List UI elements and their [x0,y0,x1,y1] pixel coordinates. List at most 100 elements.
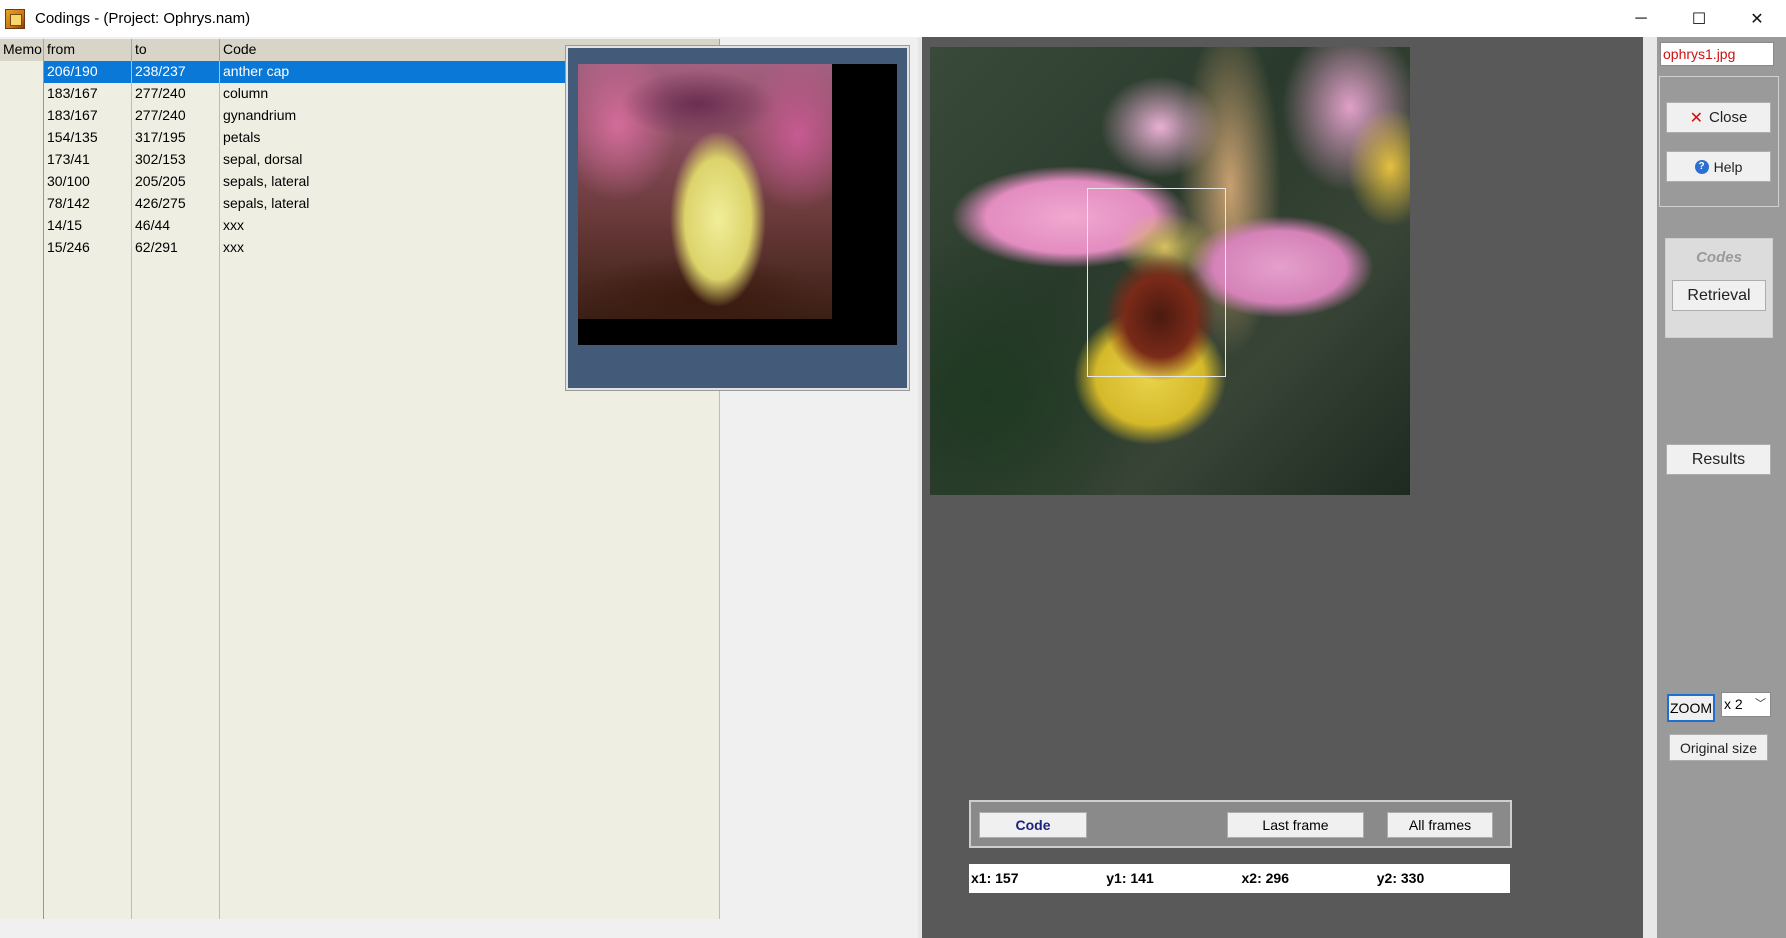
to-cell[interactable] [132,457,220,479]
memo-cell[interactable] [0,215,44,237]
memo-cell[interactable] [0,457,44,479]
to-cell[interactable] [132,765,220,787]
to-cell[interactable] [132,325,220,347]
from-cell[interactable] [44,633,132,655]
code-cell[interactable] [220,655,720,677]
table-row-empty[interactable] [0,809,720,831]
to-cell[interactable] [132,875,220,897]
code-cell[interactable] [220,721,720,743]
table-row-empty[interactable] [0,699,720,721]
from-cell[interactable] [44,413,132,435]
from-cell[interactable] [44,831,132,853]
table-row-empty[interactable] [0,611,720,633]
from-cell[interactable] [44,545,132,567]
memo-cell[interactable] [0,171,44,193]
from-cell[interactable] [44,699,132,721]
file-name-field[interactable]: ophrys1.jpg [1660,42,1774,66]
from-cell[interactable] [44,589,132,611]
code-cell[interactable] [220,787,720,809]
table-row-empty[interactable] [0,413,720,435]
memo-cell[interactable] [0,105,44,127]
memo-cell[interactable] [0,677,44,699]
to-cell[interactable] [132,787,220,809]
memo-cell[interactable] [0,391,44,413]
table-row-empty[interactable] [0,457,720,479]
all-frames-button[interactable]: All frames [1387,812,1493,838]
from-cell[interactable] [44,611,132,633]
memo-cell[interactable] [0,545,44,567]
memo-cell[interactable] [0,765,44,787]
to-cell[interactable] [132,545,220,567]
memo-cell[interactable] [0,149,44,171]
to-cell[interactable] [132,479,220,501]
code-cell[interactable] [220,875,720,897]
from-cell[interactable] [44,787,132,809]
to-cell[interactable] [132,347,220,369]
code-cell[interactable] [220,457,720,479]
table-row-empty[interactable] [0,633,720,655]
memo-cell[interactable] [0,809,44,831]
from-cell[interactable]: 15/246 [44,237,132,259]
memo-cell[interactable] [0,281,44,303]
table-row-empty[interactable] [0,721,720,743]
table-row-empty[interactable] [0,391,720,413]
selection-frame[interactable] [1087,188,1226,377]
memo-cell[interactable] [0,501,44,523]
to-cell[interactable]: 426/275 [132,193,220,215]
zoom-factor-select[interactable]: x 2 ﹀ [1721,692,1771,717]
table-row-empty[interactable] [0,831,720,853]
from-cell[interactable] [44,501,132,523]
memo-cell[interactable] [0,61,44,83]
to-cell[interactable] [132,655,220,677]
code-cell[interactable] [220,523,720,545]
to-cell[interactable]: 205/205 [132,171,220,193]
memo-cell[interactable] [0,523,44,545]
to-cell[interactable] [132,589,220,611]
from-cell[interactable] [44,325,132,347]
from-cell[interactable]: 14/15 [44,215,132,237]
code-cell[interactable] [220,699,720,721]
code-cell[interactable] [220,545,720,567]
from-cell[interactable]: 30/100 [44,171,132,193]
to-cell[interactable] [132,567,220,589]
to-cell[interactable] [132,435,220,457]
memo-cell[interactable] [0,325,44,347]
help-button[interactable]: ? Help [1666,151,1771,182]
from-cell[interactable] [44,281,132,303]
memo-cell[interactable] [0,699,44,721]
close-button[interactable]: ✕ Close [1666,102,1771,133]
memo-cell[interactable] [0,193,44,215]
table-row-empty[interactable] [0,567,720,589]
table-row-empty[interactable] [0,677,720,699]
to-cell[interactable] [132,611,220,633]
to-cell[interactable] [132,809,220,831]
memo-cell[interactable] [0,743,44,765]
from-cell[interactable] [44,457,132,479]
to-cell[interactable]: 317/195 [132,127,220,149]
memo-cell[interactable] [0,897,44,919]
code-cell[interactable] [220,765,720,787]
code-cell[interactable] [220,809,720,831]
code-cell[interactable] [220,611,720,633]
to-cell[interactable] [132,699,220,721]
memo-cell[interactable] [0,347,44,369]
retrieval-button[interactable]: Retrieval [1672,280,1766,311]
to-cell[interactable] [132,897,220,919]
to-cell[interactable] [132,743,220,765]
code-cell[interactable] [220,897,720,919]
memo-cell[interactable] [0,875,44,897]
from-cell[interactable] [44,303,132,325]
table-row-empty[interactable] [0,435,720,457]
to-cell[interactable]: 302/153 [132,149,220,171]
memo-cell[interactable] [0,479,44,501]
to-cell[interactable] [132,523,220,545]
table-row-empty[interactable] [0,787,720,809]
from-cell[interactable] [44,721,132,743]
memo-cell[interactable] [0,831,44,853]
memo-cell[interactable] [0,237,44,259]
to-cell[interactable] [132,633,220,655]
from-cell[interactable] [44,369,132,391]
column-header-to[interactable]: to [132,39,220,61]
code-cell[interactable] [220,633,720,655]
from-cell[interactable] [44,347,132,369]
